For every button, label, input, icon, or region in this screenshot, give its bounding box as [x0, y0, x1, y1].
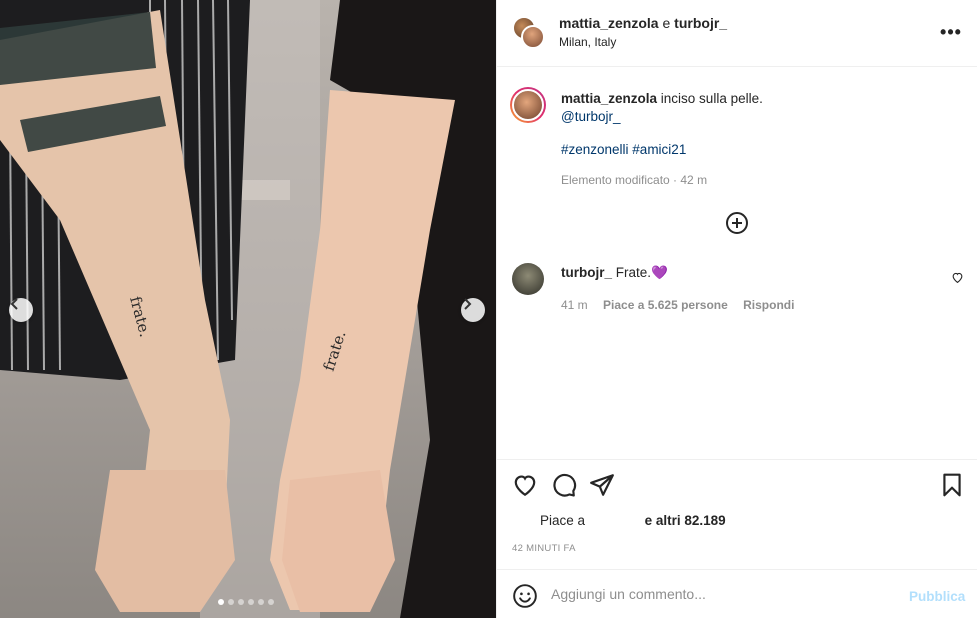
reply-button[interactable]: Rispondi — [743, 298, 794, 312]
author-username[interactable]: turbojr_ — [674, 15, 727, 31]
avatar — [521, 25, 545, 49]
carousel-dot — [258, 599, 264, 605]
caption-text: inciso sulla pelle. — [660, 91, 763, 106]
divider — [497, 459, 977, 460]
more-options-icon[interactable]: ••• — [939, 22, 963, 42]
save-bookmark-icon[interactable] — [939, 472, 965, 498]
caption-hashtags[interactable]: #zenzonelli #amici21 — [561, 142, 686, 157]
publish-button[interactable]: Pubblica — [909, 589, 965, 604]
post-side-panel: mattia_zenzola e turbojr_ Milan, Italy •… — [496, 0, 977, 618]
carousel-indicator — [218, 599, 274, 605]
comment: turbojr_ Frate.💜 — [561, 265, 668, 281]
previous-photo-button[interactable] — [9, 298, 33, 322]
carousel-dot — [248, 599, 254, 605]
comment-meta: 41 m Piace a 5.625 persone Rispondi — [561, 298, 806, 312]
add-comment-input[interactable] — [551, 586, 891, 602]
author-username[interactable]: mattia_zenzola — [559, 15, 659, 31]
divider — [497, 569, 977, 570]
comment-avatar[interactable] — [512, 263, 544, 295]
like-comment-heart-icon[interactable] — [951, 271, 964, 284]
likes-prefix: Piace a — [540, 513, 586, 528]
comment-text: Frate. — [615, 265, 652, 280]
carousel-dot — [228, 599, 234, 605]
chevron-left-icon — [10, 298, 18, 310]
comment-likes[interactable]: Piace a 5.625 persone — [603, 298, 728, 312]
share-send-icon[interactable] — [589, 472, 615, 498]
likes-others[interactable]: e altri 82.189 — [645, 513, 726, 528]
post-likes[interactable]: Piace a e altri 82.189 — [540, 513, 726, 528]
post-location[interactable]: Milan, Italy — [559, 35, 616, 49]
carousel-dot — [218, 599, 224, 605]
comment-username[interactable]: turbojr_ — [561, 265, 612, 280]
tattoo-photo: frate. frate. — [0, 0, 496, 618]
load-more-comments-icon[interactable] — [725, 211, 749, 235]
post-header: mattia_zenzola e turbojr_ Milan, Italy •… — [497, 0, 977, 67]
caption-username[interactable]: mattia_zenzola — [561, 91, 657, 106]
post-caption: mattia_zenzola inciso sulla pelle. @turb… — [561, 90, 961, 126]
post-authors: mattia_zenzola e turbojr_ — [559, 15, 727, 31]
purple-heart-emoji: 💜 — [651, 265, 668, 280]
chevron-right-icon — [464, 298, 472, 310]
caption-mention[interactable]: @turbojr_ — [561, 109, 620, 124]
carousel-dot — [238, 599, 244, 605]
post-photo[interactable]: frate. frate. — [0, 0, 496, 618]
emoji-icon[interactable] — [512, 583, 538, 609]
author-conjunction: e — [662, 15, 671, 31]
comment-bubble-icon[interactable] — [551, 472, 577, 498]
next-photo-button[interactable] — [461, 298, 485, 322]
comment-time: 41 m — [561, 298, 588, 312]
edited-label: Elemento modificato · 42 m — [561, 173, 708, 187]
caption-avatar[interactable] — [510, 87, 546, 123]
like-heart-icon[interactable] — [512, 472, 538, 498]
collab-avatars[interactable] — [512, 16, 546, 50]
post-time[interactable]: 42 MINUTI FA — [512, 543, 576, 554]
carousel-dot — [268, 599, 274, 605]
